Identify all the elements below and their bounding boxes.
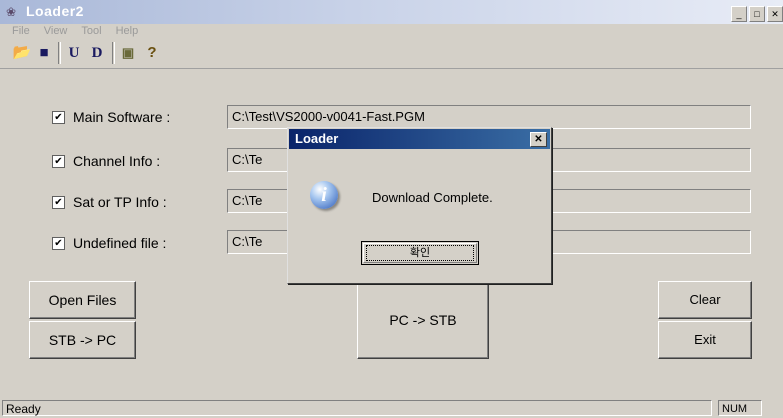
status-text: Ready xyxy=(2,400,712,416)
upload-u-button[interactable]: U xyxy=(64,43,84,63)
exit-label: Exit xyxy=(694,332,716,347)
checkmark-icon: ✔ xyxy=(52,110,65,124)
download-d-button[interactable]: D xyxy=(87,43,107,63)
loader-window: ❀ Loader2 _ □ ✕ File View Tool Help 📂 ■ U D ▣… xyxy=(0,0,783,418)
clear-button[interactable]: Clear xyxy=(658,281,752,319)
open-files-label: Open Files xyxy=(48,292,117,308)
title-bar[interactable]: ❀ Loader2 _ □ ✕ xyxy=(0,0,783,24)
sat-tp-info-label: Sat or TP Info : xyxy=(73,194,167,210)
undefined-file-label: Undefined file : xyxy=(73,235,167,251)
close-window-button[interactable]: ✕ xyxy=(767,6,783,22)
main-software-checkbox[interactable]: ✔ Main Software : xyxy=(52,107,170,127)
main-software-path-field[interactable]: C:\Test\VS2000-v0041-Fast.PGM xyxy=(227,105,751,129)
save-disk-icon[interactable]: ■ xyxy=(34,43,54,63)
info-icon: i xyxy=(310,181,338,209)
menu-file[interactable]: File xyxy=(0,24,37,37)
menu-tool[interactable]: Tool xyxy=(74,24,108,37)
maximize-button[interactable]: □ xyxy=(749,6,765,22)
main-software-label: Main Software : xyxy=(73,109,171,125)
menu-view[interactable]: View xyxy=(37,24,75,37)
stb-to-pc-button[interactable]: STB -> PC xyxy=(29,321,136,359)
focus-rectangle xyxy=(366,245,474,261)
sat-tp-info-checkbox[interactable]: ✔ Sat or TP Info : xyxy=(52,192,167,212)
client-area-border xyxy=(0,68,783,69)
window-controls: _ □ ✕ xyxy=(729,4,783,22)
checkmark-icon: ✔ xyxy=(52,195,65,209)
toolbar-separator xyxy=(112,42,115,64)
pc-to-stb-button[interactable]: PC -> STB xyxy=(357,281,489,359)
help-icon[interactable]: ? xyxy=(142,43,162,63)
open-folder-icon[interactable]: 📂 xyxy=(12,43,32,63)
stb-to-pc-label: STB -> PC xyxy=(48,332,117,348)
menu-help[interactable]: Help xyxy=(109,24,146,37)
channel-info-checkbox[interactable]: ✔ Channel Info : xyxy=(52,151,160,171)
checkmark-icon: ✔ xyxy=(52,154,65,168)
dialog-title: Loader xyxy=(295,131,339,146)
dialog-close-button[interactable]: ✕ xyxy=(530,132,547,147)
num-lock-indicator: NUM xyxy=(718,400,762,416)
minimize-button[interactable]: _ xyxy=(731,6,747,22)
status-bar: Ready NUM xyxy=(0,398,783,418)
exit-button[interactable]: Exit xyxy=(658,321,752,359)
toolbar-separator xyxy=(58,42,61,64)
pc-to-stb-label: PC -> STB xyxy=(389,312,457,328)
open-files-button[interactable]: Open Files xyxy=(29,281,136,319)
download-complete-dialog: Loader ✕ i Download Complete. 확인 xyxy=(287,127,552,284)
channel-info-label: Channel Info : xyxy=(73,153,161,169)
menu-bar: File View Tool Help xyxy=(0,24,783,41)
dialog-ok-button[interactable]: 확인 xyxy=(361,241,479,265)
dialog-title-bar[interactable]: Loader ✕ xyxy=(289,129,550,149)
clear-label: Clear xyxy=(689,292,721,307)
image-icon[interactable]: ▣ xyxy=(118,43,138,63)
checkmark-icon: ✔ xyxy=(52,236,65,250)
window-title: Loader2 xyxy=(26,3,84,19)
toolbar: 📂 ■ U D ▣ ? xyxy=(4,41,779,65)
app-icon: ❀ xyxy=(6,5,17,19)
undefined-file-checkbox[interactable]: ✔ Undefined file : xyxy=(52,233,166,253)
dialog-message: Download Complete. xyxy=(372,190,493,205)
